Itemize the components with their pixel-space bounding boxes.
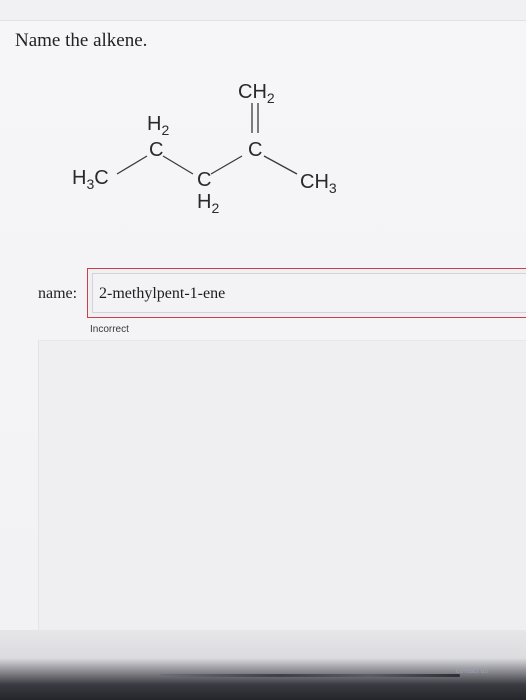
ch3-right-label: CH3	[300, 171, 337, 196]
footer-divider	[160, 674, 460, 677]
name-answer-input[interactable]: 2-methylpent-1-ene	[92, 273, 526, 313]
page: Name the alkene. CH2 H2 C C H3C C H2 CH3…	[0, 0, 526, 700]
ch2-top-label: CH2	[238, 81, 275, 106]
name-field-label: name:	[38, 285, 78, 302]
bond-c-ch3	[263, 155, 298, 175]
bond-ch2-c	[210, 155, 243, 175]
bond-h3c-ch2	[116, 155, 148, 175]
alkene-structure-diagram: CH2 H2 C C H3C C H2 CH3	[72, 81, 337, 216]
c-bottom-label: C	[197, 169, 211, 191]
name-answer-field[interactable]: 2-methylpent-1-ene	[87, 268, 526, 318]
bottom-bar	[0, 630, 526, 700]
h2-left-label: H2	[147, 113, 169, 138]
c-left-label: C	[149, 139, 163, 161]
answer-status: Incorrect	[90, 324, 129, 335]
name-answer-value: 2-methylpent-1-ene	[99, 285, 226, 302]
answer-panel-background	[38, 340, 526, 631]
contact-us-link[interactable]: contact us	[456, 668, 488, 675]
h2-bottom-label: H2	[197, 191, 219, 216]
h3c-label: H3C	[72, 167, 109, 192]
question-prompt: Name the alkene.	[15, 30, 148, 51]
c-right-label: C	[248, 139, 262, 161]
bond-ch2-ch2	[162, 155, 194, 175]
